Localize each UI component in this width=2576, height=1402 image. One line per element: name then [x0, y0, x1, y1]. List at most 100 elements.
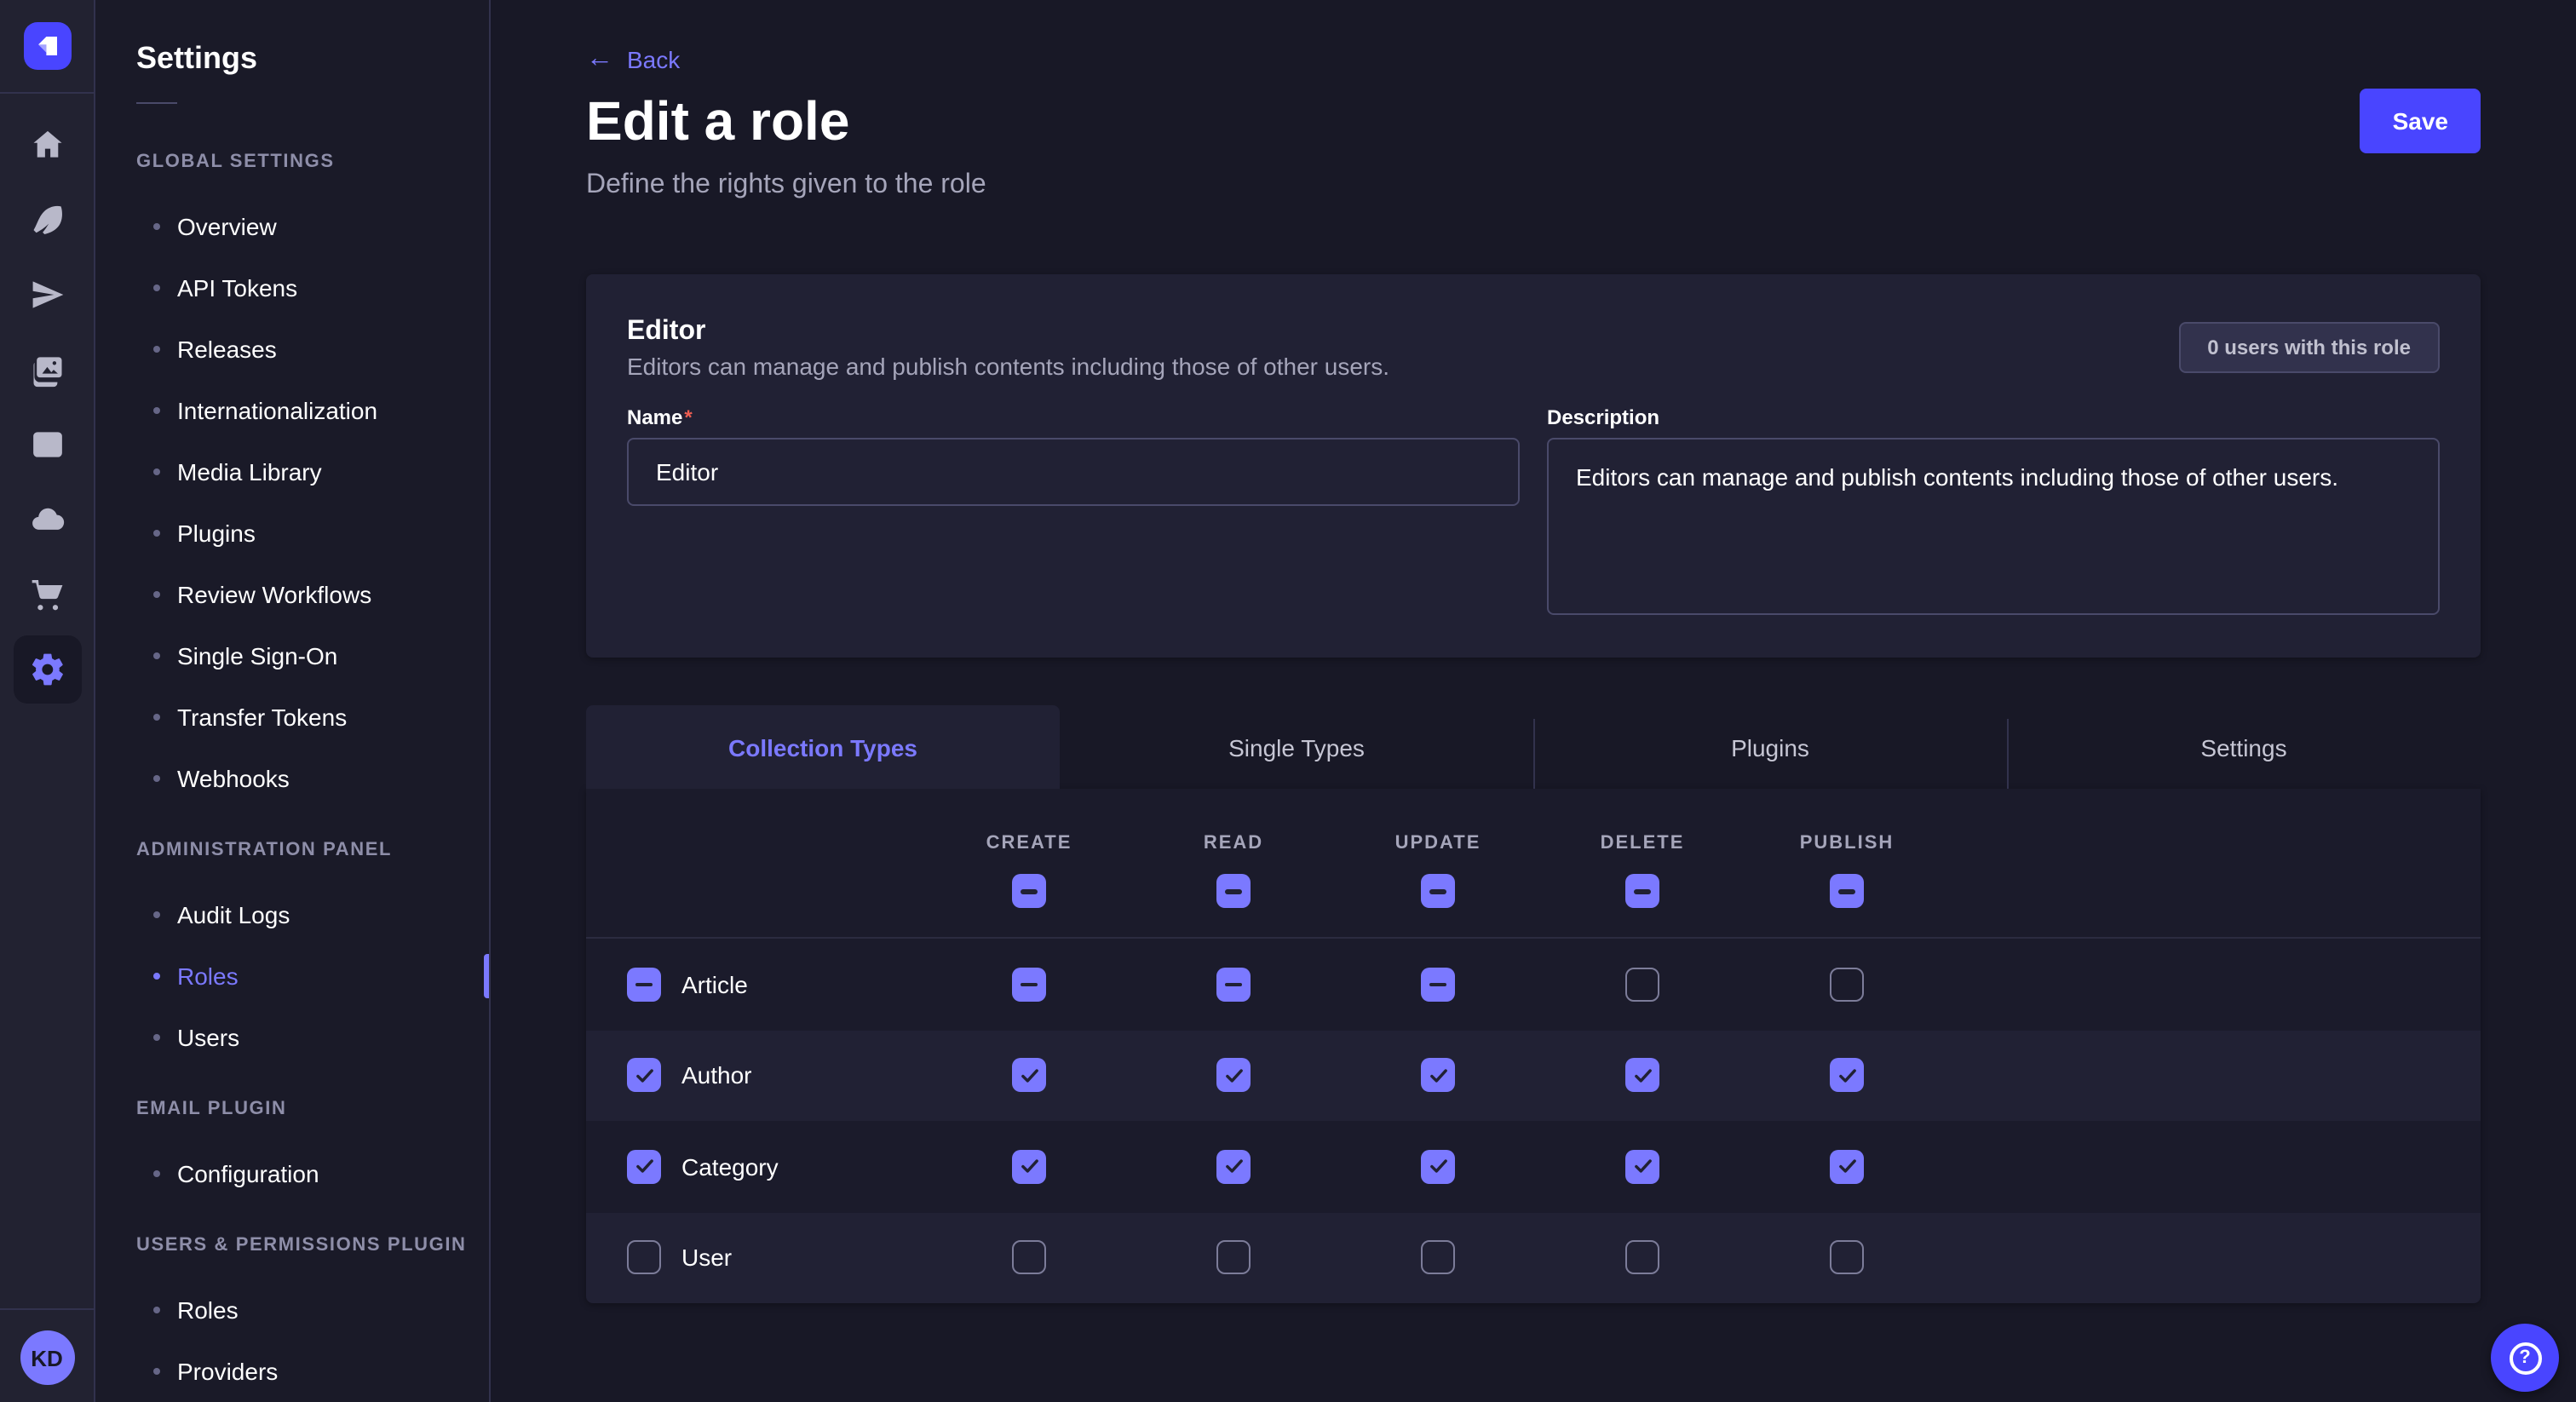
user-delete-checkbox[interactable]: [1625, 1241, 1659, 1275]
user-update-checkbox[interactable]: [1421, 1241, 1455, 1275]
author-update-checkbox[interactable]: [1421, 1059, 1455, 1093]
article-create-checkbox[interactable]: [1012, 968, 1046, 1002]
marketplace-cart-icon[interactable]: [13, 560, 81, 629]
description-field-label: Description: [1547, 404, 2440, 431]
home-icon[interactable]: [13, 111, 81, 179]
main-content: ← Back Edit a role Save Define the right…: [491, 0, 2576, 1402]
row-author-checkbox[interactable]: [627, 1059, 661, 1093]
name-input[interactable]: [627, 438, 1520, 506]
row-label: Article: [681, 971, 748, 998]
bullet-dot: [153, 1170, 160, 1177]
category-delete-checkbox[interactable]: [1625, 1150, 1659, 1184]
select-all-read-checkbox[interactable]: [1216, 874, 1251, 908]
users-with-role-badge: 0 users with this role: [2178, 322, 2440, 373]
select-all-create-checkbox[interactable]: [1012, 874, 1046, 908]
permission-cell: [927, 1241, 1131, 1275]
feather-icon[interactable]: [13, 186, 81, 254]
sidebar-sections: GLOBAL SETTINGSOverviewAPI TokensRelease…: [136, 148, 489, 1402]
permission-cell: [927, 968, 1131, 1002]
user-create-checkbox[interactable]: [1012, 1241, 1046, 1275]
tab-label: Collection Types: [728, 733, 917, 761]
author-create-checkbox[interactable]: [1012, 1059, 1046, 1093]
strapi-logo[interactable]: [0, 0, 94, 94]
select-all-delete-checkbox[interactable]: [1625, 874, 1659, 908]
sidebar-item-media-library[interactable]: Media Library: [136, 441, 489, 503]
permission-cell: [1745, 1150, 1949, 1184]
row-label: Category: [681, 1153, 779, 1181]
sidebar-item-users[interactable]: Users: [136, 1007, 489, 1068]
user-avatar[interactable]: KD: [20, 1330, 74, 1385]
select-all-cell: [927, 874, 1131, 908]
column-header-read: READ: [1131, 831, 1336, 855]
article-read-checkbox[interactable]: [1216, 968, 1251, 1002]
sidebar-item-overview[interactable]: Overview: [136, 196, 489, 257]
tab-single-types[interactable]: Single Types: [1060, 705, 1533, 789]
article-update-checkbox[interactable]: [1421, 968, 1455, 1002]
settings-gear-icon[interactable]: [13, 635, 81, 704]
article-delete-checkbox[interactable]: [1625, 968, 1659, 1002]
back-link[interactable]: ← Back: [586, 46, 680, 73]
row-article-checkbox[interactable]: [627, 968, 661, 1002]
tab-settings[interactable]: Settings: [2007, 705, 2481, 789]
paper-plane-icon[interactable]: [13, 261, 81, 329]
sidebar-item-internationalization[interactable]: Internationalization: [136, 380, 489, 441]
sidebar-item-review-workflows[interactable]: Review Workflows: [136, 564, 489, 625]
author-publish-checkbox[interactable]: [1830, 1059, 1864, 1093]
bullet-dot: [153, 1368, 160, 1375]
select-all-publish-checkbox[interactable]: [1830, 874, 1864, 908]
column-header-delete: DELETE: [1540, 831, 1745, 855]
bullet-dot: [153, 468, 160, 475]
sidebar-item-label: Releases: [177, 332, 277, 366]
sidebar-item-api-tokens[interactable]: API Tokens: [136, 257, 489, 319]
select-all-update-checkbox[interactable]: [1421, 874, 1455, 908]
column-header-update: UPDATE: [1336, 831, 1540, 855]
tab-collection-types[interactable]: Collection Types: [586, 705, 1060, 789]
sidebar-item-roles[interactable]: Roles: [136, 1279, 489, 1341]
author-read-checkbox[interactable]: [1216, 1059, 1251, 1093]
back-label: Back: [627, 46, 680, 73]
permission-row-article: Article: [586, 939, 2481, 1030]
sidebar-item-providers[interactable]: Providers: [136, 1341, 489, 1402]
row-label-cell: Article: [586, 968, 927, 1002]
bullet-dot: [153, 1307, 160, 1313]
category-update-checkbox[interactable]: [1421, 1150, 1455, 1184]
save-button[interactable]: Save: [2360, 89, 2481, 153]
media-library-icon[interactable]: [13, 336, 81, 404]
sidebar-item-label: Roles: [177, 959, 239, 993]
category-create-checkbox[interactable]: [1012, 1150, 1046, 1184]
row-user-checkbox[interactable]: [627, 1241, 661, 1275]
sidebar-item-transfer-tokens[interactable]: Transfer Tokens: [136, 687, 489, 748]
sidebar-title: Settings: [136, 41, 489, 75]
row-label: User: [681, 1244, 732, 1272]
page-subtitle: Define the rights given to the role: [586, 165, 2481, 206]
sidebar-item-webhooks[interactable]: Webhooks: [136, 748, 489, 809]
permission-cell: [1540, 1241, 1745, 1275]
description-textarea[interactable]: Editors can manage and publish contents …: [1547, 438, 2440, 615]
tab-label: Plugins: [1731, 733, 1809, 761]
bullet-dot: [153, 1034, 160, 1041]
tab-plugins[interactable]: Plugins: [1533, 705, 2007, 789]
sidebar-item-audit-logs[interactable]: Audit Logs: [136, 884, 489, 945]
article-publish-checkbox[interactable]: [1830, 968, 1864, 1002]
sidebar-item-roles[interactable]: Roles: [136, 945, 489, 1007]
sidebar-item-plugins[interactable]: Plugins: [136, 503, 489, 564]
row-category-checkbox[interactable]: [627, 1150, 661, 1184]
bullet-dot: [153, 223, 160, 230]
permission-row-user: User: [586, 1212, 2481, 1303]
category-publish-checkbox[interactable]: [1830, 1150, 1864, 1184]
sidebar-item-releases[interactable]: Releases: [136, 319, 489, 380]
sidebar-item-configuration[interactable]: Configuration: [136, 1143, 489, 1204]
permissions-tabs: Collection Types Single Types Plugins Setti…: [586, 705, 2481, 789]
permission-cell: [927, 1059, 1131, 1093]
category-read-checkbox[interactable]: [1216, 1150, 1251, 1184]
permission-cell: [1336, 1059, 1540, 1093]
sidebar-item-single-sign-on[interactable]: Single Sign-On: [136, 625, 489, 687]
cloud-icon[interactable]: [13, 486, 81, 554]
user-read-checkbox[interactable]: [1216, 1241, 1251, 1275]
help-button[interactable]: ?: [2491, 1324, 2559, 1392]
layout-icon[interactable]: [13, 411, 81, 479]
author-delete-checkbox[interactable]: [1625, 1059, 1659, 1093]
bullet-dot: [153, 714, 160, 721]
sidebar-item-label: Plugins: [177, 516, 256, 550]
user-publish-checkbox[interactable]: [1830, 1241, 1864, 1275]
